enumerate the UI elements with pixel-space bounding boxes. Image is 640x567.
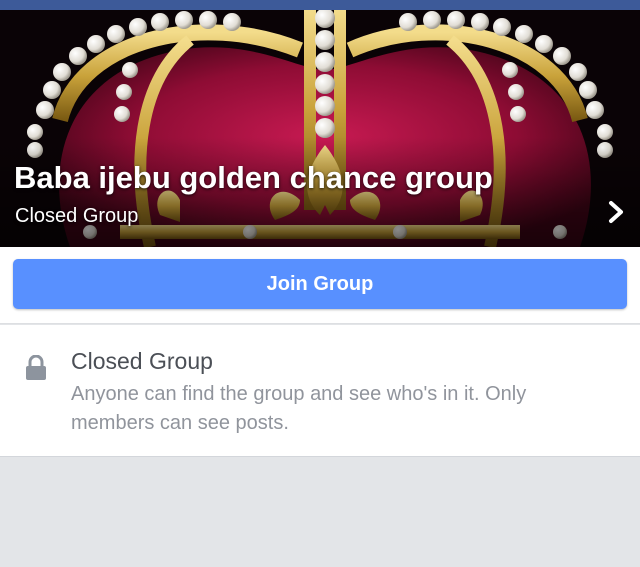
- lock-icon: [26, 355, 46, 380]
- group-name: Baba ijebu golden chance group: [14, 160, 493, 195]
- group-privacy-label: Closed Group: [15, 205, 139, 227]
- privacy-title: Closed Group: [71, 348, 213, 374]
- privacy-info-section: Closed Group Anyone can find the group a…: [0, 325, 640, 457]
- privacy-description: Anyone can find the group and see who's …: [71, 383, 527, 434]
- page-background: [0, 458, 640, 567]
- join-group-button[interactable]: Join Group: [13, 259, 627, 309]
- cover-photo[interactable]: Baba ijebu golden chance group Closed Gr…: [0, 10, 640, 247]
- top-bar: [0, 0, 640, 10]
- join-section: Join Group: [0, 247, 640, 324]
- chevron-right-icon[interactable]: [604, 200, 628, 224]
